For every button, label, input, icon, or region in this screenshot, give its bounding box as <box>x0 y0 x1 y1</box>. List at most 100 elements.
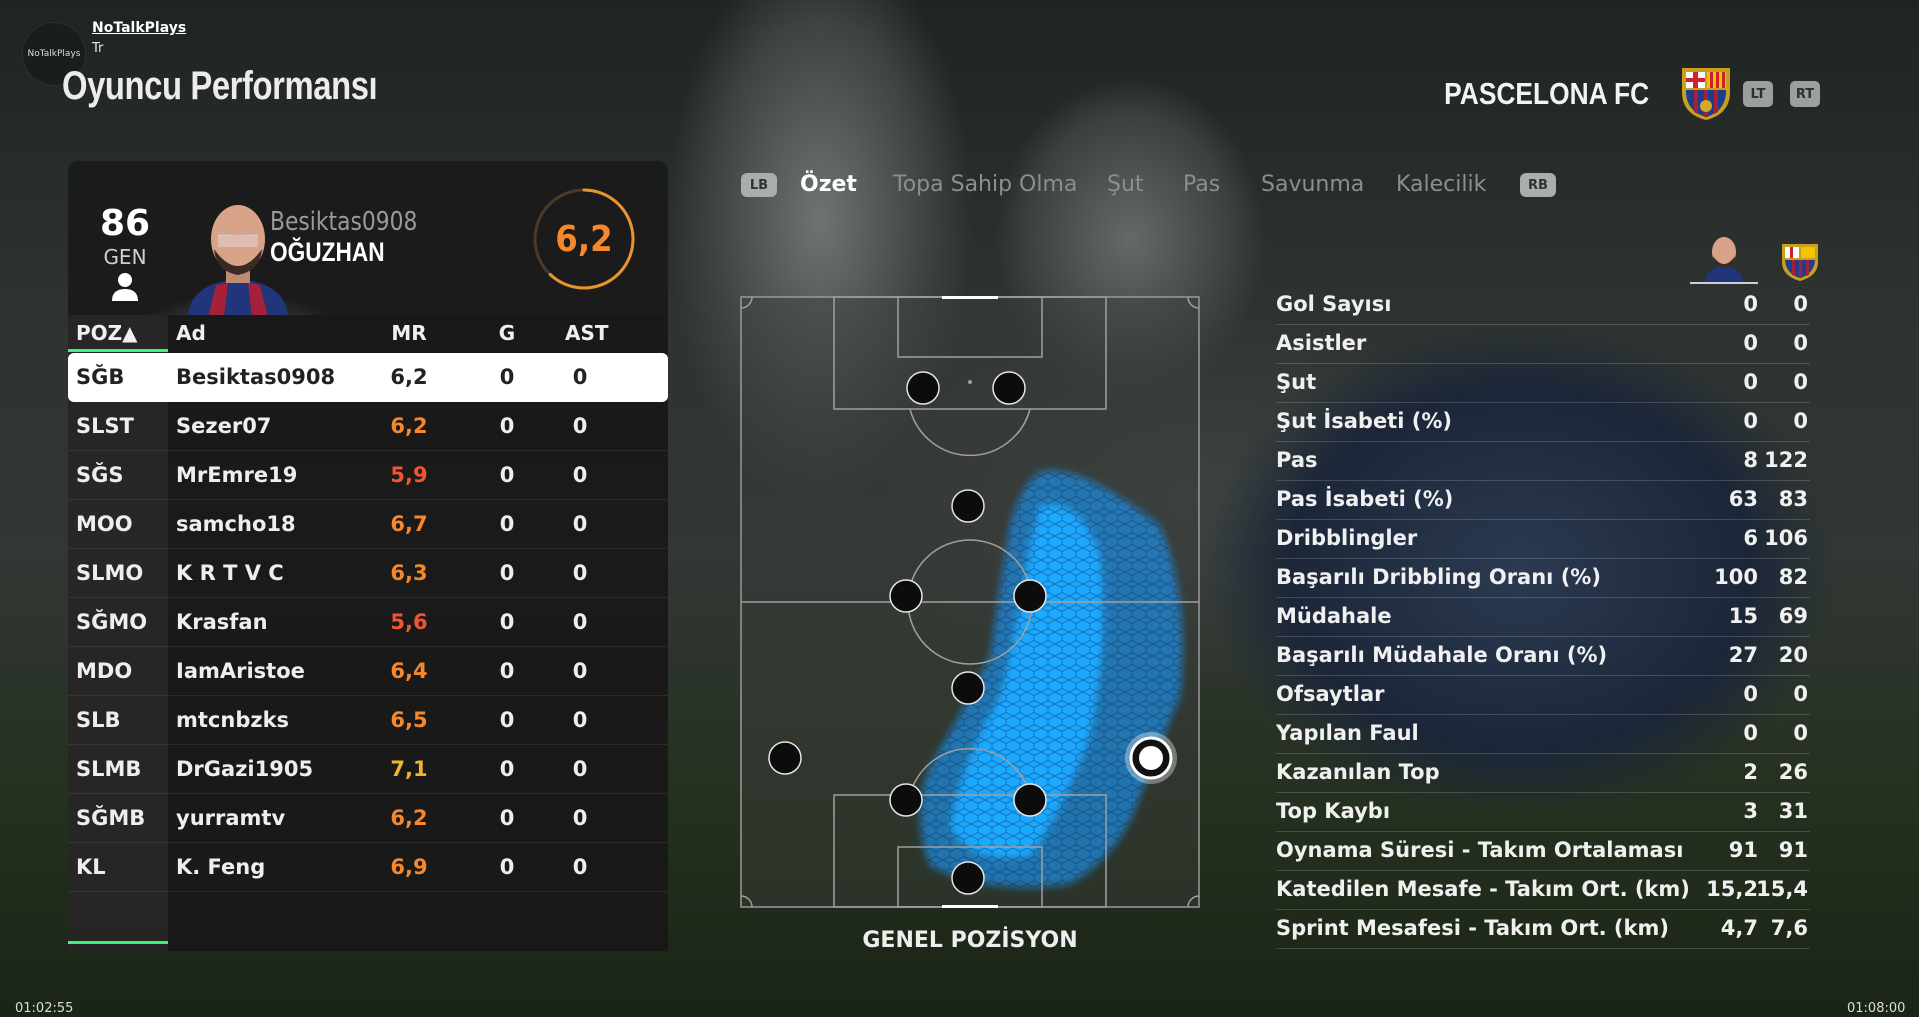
position-cell: SĞS <box>76 463 124 487</box>
channel-logo-text: NoTalkPlays <box>27 49 81 59</box>
stat-player-value: 0 <box>1743 292 1758 316</box>
page-title: Oyuncu Performansı <box>62 64 378 108</box>
tab-0[interactable]: Özet <box>800 172 857 197</box>
table-row[interactable]: SĞS MrEmre19 5,9 0 0 <box>68 451 668 500</box>
rb-button[interactable]: RB <box>1520 173 1556 197</box>
stat-team-value: 31 <box>1778 799 1808 823</box>
tab-3[interactable]: Pas <box>1183 172 1220 197</box>
table-row[interactable]: KL K. Feng 6,9 0 0 <box>68 843 668 892</box>
rating-cell: 6,2 <box>390 414 428 438</box>
player-gamertag: Besiktas0908 <box>270 207 418 237</box>
stat-row: Kazanılan Top 2 26 <box>1276 754 1810 793</box>
stat-team-value: 15,4 <box>1756 877 1808 901</box>
goals-cell: 0 <box>499 512 515 536</box>
player-card: 86 GEN Besiktas0908 OĞUZHAN 6,2 <box>68 161 668 315</box>
table-row[interactable]: SLST Sezer07 6,2 0 0 <box>68 402 668 451</box>
stat-team-value: 91 <box>1778 838 1808 862</box>
rating-cell: 6,2 <box>390 365 428 389</box>
stat-player-value: 0 <box>1743 331 1758 355</box>
stat-team-value: 0 <box>1793 331 1808 355</box>
position-heatmap <box>740 296 1200 908</box>
name-cell: MrEmre19 <box>176 463 298 487</box>
name-cell: IamAristoe <box>176 659 305 683</box>
rt-button[interactable]: RT <box>1790 81 1820 107</box>
table-row[interactable]: SLMO K R T V C 6,3 0 0 <box>68 549 668 598</box>
player-column-icon <box>1690 237 1758 284</box>
stat-player-value: 2 <box>1743 760 1758 784</box>
tab-2[interactable]: Şut <box>1107 172 1144 197</box>
table-row[interactable]: SĞB Besiktas0908 6,2 0 0 <box>68 353 668 402</box>
rating-cell: 5,6 <box>390 610 428 634</box>
table-row[interactable]: SĞMO Krasfan 5,6 0 0 <box>68 598 668 647</box>
stat-label: Kazanılan Top <box>1276 760 1440 784</box>
lb-button[interactable]: LB <box>741 173 777 197</box>
goals-cell: 0 <box>499 561 515 585</box>
club-crest-icon <box>1682 68 1730 120</box>
assists-cell: 0 <box>572 855 588 879</box>
stat-label: Oynama Süresi - Takım Ortalaması <box>1276 838 1684 862</box>
assists-cell: 0 <box>572 463 588 487</box>
video-elapsed: 01:02:55 <box>15 1001 74 1016</box>
stat-row: Asistler 0 0 <box>1276 325 1810 364</box>
stat-team-value: 0 <box>1793 409 1808 433</box>
stat-row: Müdahale 15 69 <box>1276 598 1810 637</box>
stat-team-value: 0 <box>1793 682 1808 706</box>
selected-player-marker <box>1125 732 1177 784</box>
header-poz[interactable]: POZ▲ <box>76 321 138 345</box>
table-row[interactable]: SLMB DrGazi1905 7,1 0 0 <box>68 745 668 794</box>
stat-player-value: 27 <box>1728 643 1758 667</box>
position-cell: SĞMB <box>76 806 146 830</box>
stat-row: Ofsaytlar 0 0 <box>1276 676 1810 715</box>
lt-button[interactable]: LT <box>1743 81 1773 107</box>
stat-label: Şut <box>1276 370 1317 394</box>
position-cell: MOO <box>76 512 133 536</box>
stat-team-value: 7,6 <box>1770 916 1808 940</box>
video-duration: 01:08:00 <box>1847 1001 1906 1016</box>
stat-player-value: 0 <box>1743 370 1758 394</box>
stat-player-value: 0 <box>1743 721 1758 745</box>
stat-player-value: 0 <box>1743 682 1758 706</box>
table-row[interactable]: MOO samcho18 6,7 0 0 <box>68 500 668 549</box>
table-row[interactable]: MDO IamAristoe 6,4 0 0 <box>68 647 668 696</box>
assists-cell: 0 <box>572 414 588 438</box>
table-row[interactable]: SĞMB yurramtv 6,2 0 0 <box>68 794 668 843</box>
player-table: POZ▲ Ad MR G AST SĞB Besiktas0908 6,2 0 0 SLS… <box>68 315 668 951</box>
sort-indicator <box>68 349 168 352</box>
stat-label: Müdahale <box>1276 604 1392 628</box>
stat-team-value: 83 <box>1778 487 1808 511</box>
position-cell: MDO <box>76 659 133 683</box>
header-g[interactable]: G <box>492 321 522 345</box>
stat-player-value: 4,7 <box>1720 916 1758 940</box>
table-row[interactable]: SLB mtcnbzks 6,5 0 0 <box>68 696 668 745</box>
tab-4[interactable]: Savunma <box>1261 172 1364 197</box>
name-cell: K R T V C <box>176 561 284 585</box>
name-cell: Besiktas0908 <box>176 365 336 389</box>
tab-5[interactable]: Kalecilik <box>1396 172 1486 197</box>
position-cell: SĞMO <box>76 610 148 634</box>
club-name: PASCELONA FC <box>1444 76 1649 111</box>
name-cell: Krasfan <box>176 610 268 634</box>
assists-cell: 0 <box>572 806 588 830</box>
name-cell: K. Feng <box>176 855 266 879</box>
name-cell: mtcnbzks <box>176 708 290 732</box>
channel-name[interactable]: NoTalkPlays <box>92 20 186 36</box>
stat-player-value: 6 <box>1743 526 1758 550</box>
name-cell: samcho18 <box>176 512 296 536</box>
header-mr[interactable]: MR <box>384 321 434 345</box>
position-cell: SLB <box>76 708 121 732</box>
rating-cell: 6,5 <box>390 708 428 732</box>
stat-team-value: 122 <box>1764 448 1808 472</box>
goals-cell: 0 <box>499 757 515 781</box>
rating-cell: 6,7 <box>390 512 428 536</box>
header-ast[interactable]: AST <box>565 321 609 345</box>
assists-cell: 0 <box>572 708 588 732</box>
stat-team-value: 0 <box>1793 370 1808 394</box>
header-ad[interactable]: Ad <box>176 321 206 345</box>
stat-player-value: 91 <box>1728 838 1758 862</box>
stat-label: Asistler <box>1276 331 1367 355</box>
team-column-crest-icon <box>1782 244 1818 281</box>
stat-row: Şut İsabeti (%) 0 0 <box>1276 403 1810 442</box>
position-cell: KL <box>76 855 106 879</box>
goals-cell: 0 <box>499 610 515 634</box>
tab-1[interactable]: Topa Sahip Olma <box>893 172 1077 197</box>
